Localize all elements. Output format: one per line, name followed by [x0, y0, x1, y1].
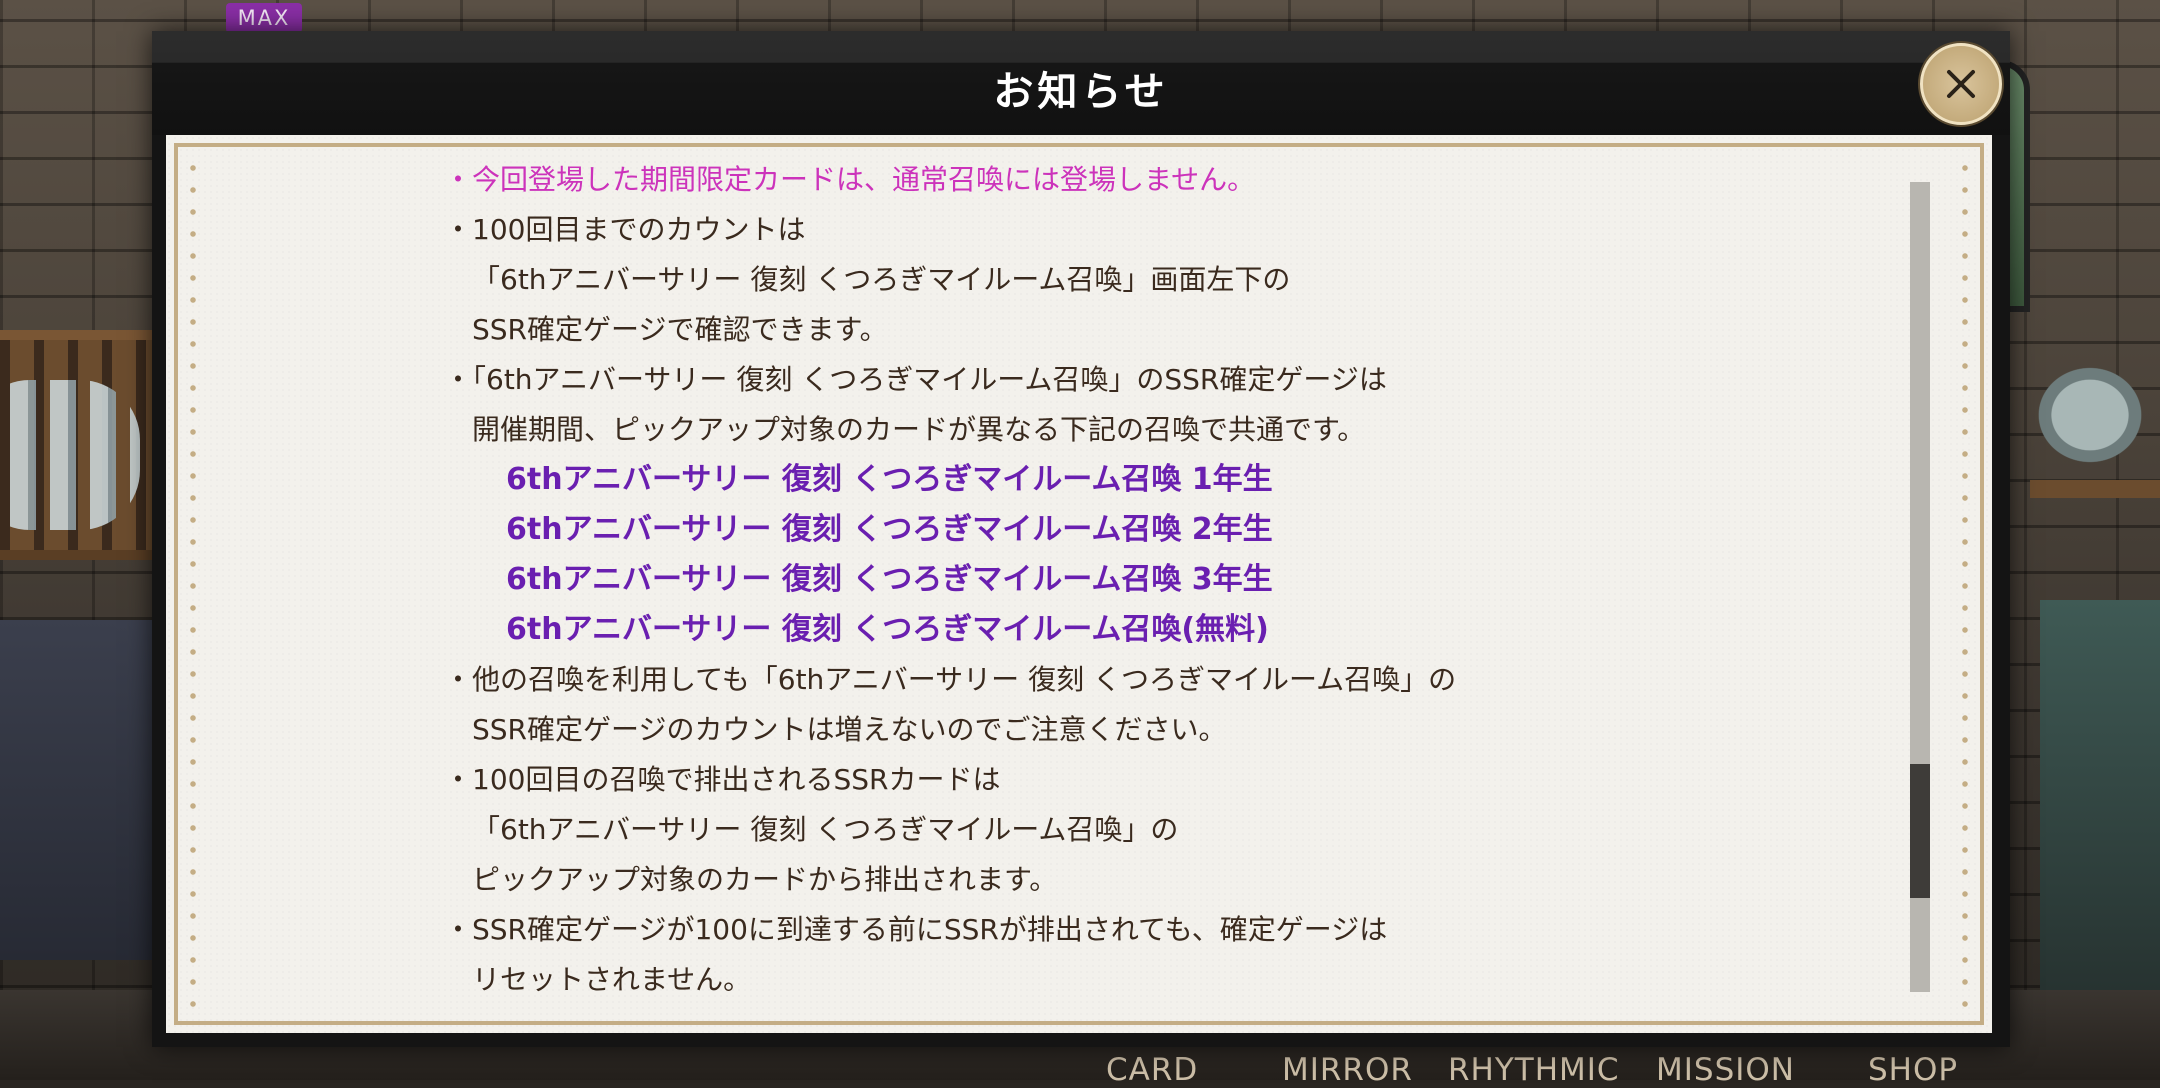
right-shelf — [2030, 480, 2160, 498]
nav-mission[interactable]: MISSION — [1656, 1052, 1795, 1088]
notice-line: SSR確定ゲージで確認できます。 — [472, 313, 888, 346]
nav-mirror[interactable]: MIRROR — [1282, 1052, 1413, 1088]
notice-content[interactable]: ・今回登場した期間限定カードは、通常召喚には登場しません。 ・100回目までのカウ… — [444, 155, 1884, 998]
left-plates — [0, 380, 140, 530]
dotted-border-left — [190, 157, 196, 1011]
notice-line: SSR確定ゲージのカウントは増えないのでご注意ください。 — [472, 713, 1227, 746]
dotted-border-right — [1962, 157, 1968, 1011]
right-plates — [2030, 360, 2150, 470]
notice-line: ・100回目までのカウントは — [444, 213, 806, 246]
notice-line: 6thアニバーサリー 復刻 くつろぎマイルーム召喚 1年生 — [506, 462, 1273, 497]
close-button[interactable] — [1920, 43, 2002, 125]
close-x-icon — [1947, 70, 1975, 98]
notice-line: ・100回目の召喚で排出されるSSRカードは — [444, 763, 1001, 796]
nav-rhythmic[interactable]: RHYTHMIC — [1448, 1052, 1620, 1088]
notice-line: 6thアニバーサリー 復刻 くつろぎマイルーム召喚 2年生 — [506, 512, 1273, 547]
notice-line: ・SSR確定ゲージが100に到達する前にSSRが排出されても、確定ゲージは — [444, 913, 1388, 946]
left-table — [0, 620, 160, 960]
max-badge: MAX — [226, 3, 302, 33]
notice-line: 6thアニバーサリー 復刻 くつろぎマイルーム召喚 3年生 — [506, 562, 1273, 597]
notice-line: 開催期間、ピックアップ対象のカードが異なる下記の召喚で共通です。 — [472, 413, 1366, 446]
scrollbar-thumb[interactable] — [1910, 764, 1930, 898]
right-table — [2040, 600, 2160, 1020]
notice-line: ・他の召喚を利用しても「6thアニバーサリー 復刻 くつろぎマイルーム召喚」の — [444, 663, 1457, 696]
notice-line: 「6thアニバーサリー 復刻 くつろぎマイルーム召喚」画面左下の — [472, 263, 1291, 296]
scrollbar-track[interactable] — [1910, 182, 1930, 992]
dialog-header: お知らせ — [152, 31, 2010, 135]
notice-dialog: お知らせ ・今回登場した期間限定カードは、通常召喚には登場しません。 ・100回目… — [152, 31, 2010, 1047]
notice-line: ピックアップ対象のカードから排出されます。 — [472, 863, 1058, 896]
dialog-paper: ・今回登場した期間限定カードは、通常召喚には登場しません。 ・100回目までのカウ… — [166, 135, 1992, 1033]
notice-line: ・今回登場した期間限定カードは、通常召喚には登場しません。 — [444, 163, 1256, 196]
notice-line: 6thアニバーサリー 復刻 くつろぎマイルーム召喚(無料) — [506, 612, 1269, 647]
notice-line: 「6thアニバーサリー 復刻 くつろぎマイルーム召喚」の — [472, 813, 1179, 846]
nav-card[interactable]: CARD — [1106, 1052, 1198, 1088]
nav-shop[interactable]: SHOP — [1868, 1052, 1958, 1088]
dialog-title: お知らせ — [993, 69, 1169, 115]
notice-line: リセットされません。 — [472, 963, 752, 996]
notice-line: ・「6thアニバーサリー 復刻 くつろぎマイルーム召喚」のSSR確定ゲージは — [444, 363, 1387, 396]
